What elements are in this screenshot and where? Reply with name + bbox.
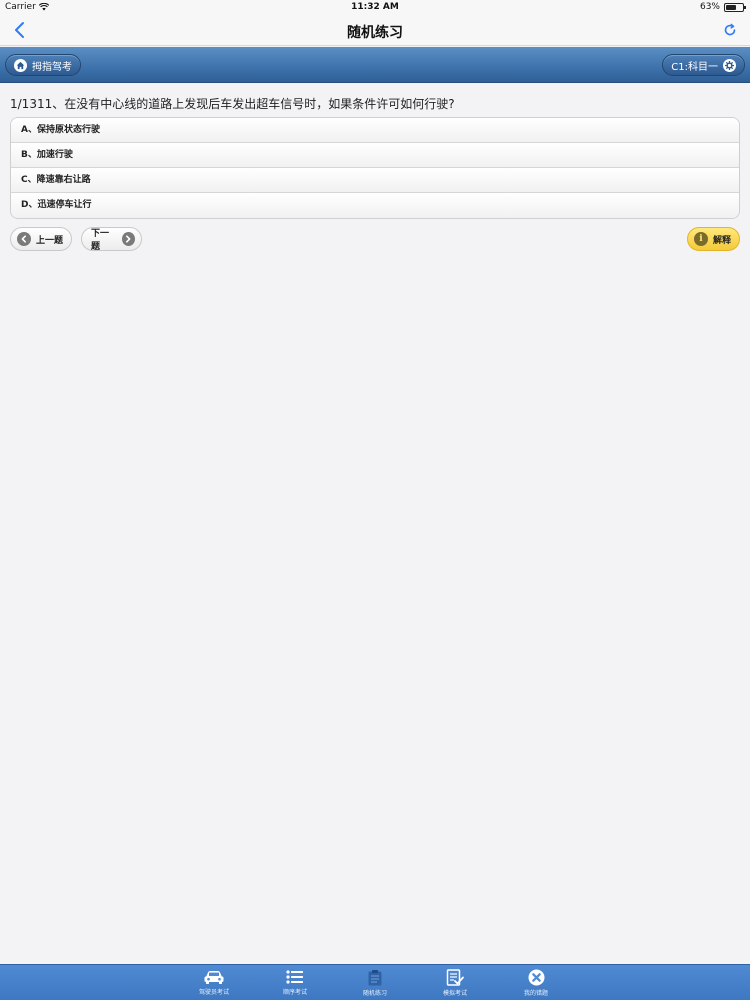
home-button-label: 拇指驾考 bbox=[32, 61, 72, 73]
tab-random-practice[interactable]: 随机练习 bbox=[345, 965, 405, 1000]
tab-driver-exam[interactable]: 驾驶员考试 bbox=[184, 965, 244, 1000]
tab-mock-exam-label: 模拟考试 bbox=[442, 990, 467, 997]
battery-fill bbox=[726, 4, 737, 10]
answer-options: A、保持原状态行驶 B、加速行驶 C、降速靠右让路 D、迅速停车让行 bbox=[10, 117, 740, 219]
battery-percent: 63% bbox=[699, 2, 720, 12]
explain-button[interactable]: i 解释 bbox=[687, 227, 740, 251]
page-title: 随机练习 bbox=[347, 25, 403, 41]
status-time: 11:32 AM bbox=[351, 2, 399, 12]
prev-question-button[interactable]: 上一题 bbox=[10, 227, 72, 251]
refresh-icon[interactable] bbox=[722, 22, 738, 38]
option-d[interactable]: D、迅速停车让行 bbox=[11, 193, 739, 218]
tab-bar: 驾驶员考试 顺序考试 随机练习 模拟考试 我的错题 bbox=[0, 964, 750, 1000]
tab-sequential-exam[interactable]: 顺序考试 bbox=[265, 965, 325, 1000]
arrow-left-icon bbox=[17, 232, 31, 246]
subject-selector-button[interactable]: C1:科目一 bbox=[662, 54, 745, 76]
error-x-icon bbox=[528, 969, 544, 986]
tab-mock-exam[interactable]: 模拟考试 bbox=[425, 965, 485, 1000]
gear-icon bbox=[723, 58, 736, 72]
arrow-right-icon bbox=[121, 232, 135, 246]
option-c[interactable]: C、降速靠右让路 bbox=[11, 168, 739, 193]
battery-icon bbox=[724, 2, 746, 12]
explain-label: 解释 bbox=[713, 235, 732, 246]
tab-driver-exam-label: 驾驶员考试 bbox=[198, 989, 229, 996]
tab-my-mistakes-label: 我的错题 bbox=[523, 990, 548, 997]
tab-random-practice-label: 随机练习 bbox=[362, 990, 387, 997]
prev-question-label: 上一题 bbox=[36, 235, 64, 246]
info-icon: i bbox=[694, 232, 708, 246]
subject-selector-label: C1:科目一 bbox=[671, 61, 718, 73]
app-header: 拇指驾考 C1:科目一 bbox=[0, 47, 750, 83]
home-icon bbox=[14, 58, 27, 72]
list-icon bbox=[286, 970, 303, 984]
option-b[interactable]: B、加速行驶 bbox=[11, 143, 739, 168]
tab-sequential-exam-label: 顺序考试 bbox=[282, 989, 307, 996]
car-icon bbox=[204, 971, 224, 984]
clipboard-icon bbox=[368, 970, 382, 986]
option-a[interactable]: A、保持原状态行驶 bbox=[11, 118, 739, 143]
nav-bar: 随机练习 bbox=[0, 14, 750, 46]
exam-sheet-icon bbox=[446, 969, 464, 986]
tab-my-mistakes[interactable]: 我的错题 bbox=[506, 965, 566, 1000]
status-bar: Carrier 11:32 AM 63% bbox=[0, 0, 750, 14]
status-right: 63% bbox=[699, 2, 746, 12]
next-question-button[interactable]: 下一题 bbox=[81, 227, 142, 252]
question-text: 1/1311、在没有中心线的道路上发现后车发出超车信号时，如果条件许可如何行驶? bbox=[10, 97, 455, 111]
home-button[interactable]: 拇指驾考 bbox=[5, 54, 81, 76]
next-question-label: 下一题 bbox=[91, 229, 110, 252]
